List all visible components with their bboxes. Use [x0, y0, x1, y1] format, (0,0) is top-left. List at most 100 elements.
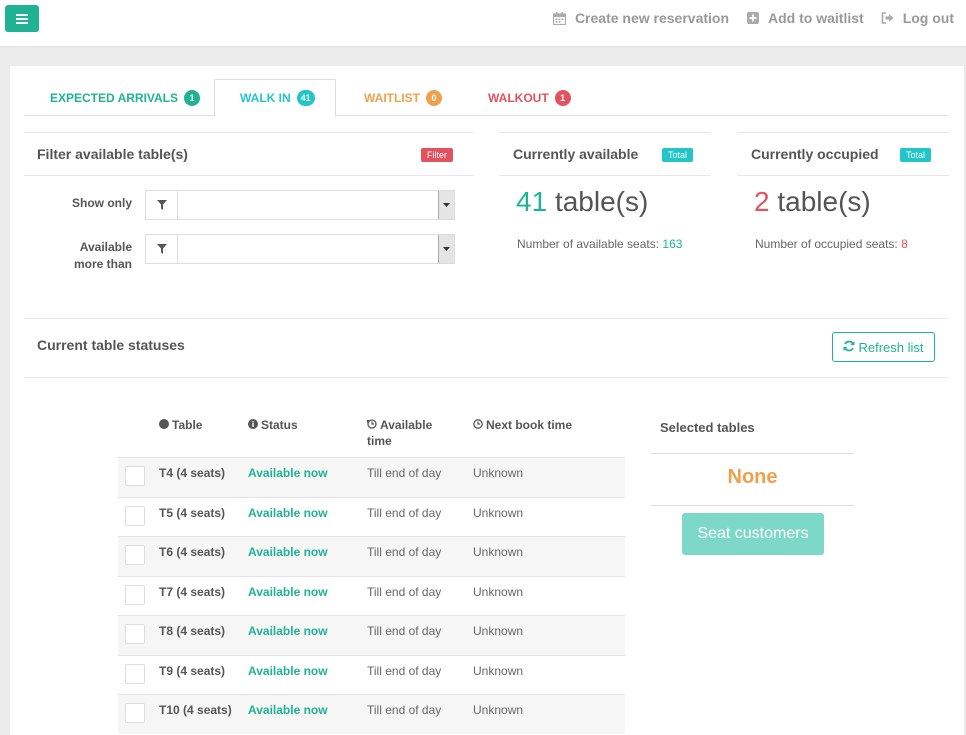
table-available-time: Till end of day: [367, 585, 442, 599]
seat-customers-button[interactable]: Seat customers: [682, 513, 824, 555]
table-available-time: Till end of day: [367, 545, 442, 559]
table-row[interactable]: T10 (4 seats) Available now Till end of …: [118, 694, 625, 734]
table-name: T8 (4 seats): [159, 624, 226, 638]
sign-out-icon: [881, 11, 895, 25]
row-checkbox[interactable]: [125, 506, 145, 526]
available-more-than-label: Available more than: [50, 239, 132, 273]
row-checkbox[interactable]: [125, 585, 145, 605]
header-label: Status: [261, 418, 298, 432]
table-row[interactable]: T5 (4 seats) Available now Till end of d…: [118, 497, 625, 537]
tab-walk-in[interactable]: WALK IN 41: [214, 79, 336, 117]
occupied-seats-line: Number of occupied seats: 8: [755, 237, 908, 251]
divider: [651, 505, 854, 506]
table-next-book-time: Unknown: [473, 703, 524, 717]
tab-count-badge: 1: [554, 89, 571, 106]
table-available-time: Till end of day: [367, 703, 442, 717]
plus-square-icon: [746, 11, 760, 25]
table-available-time: Till end of day: [367, 466, 442, 480]
available-header: Currently available Total: [499, 132, 711, 176]
tab-waitlist[interactable]: WAITLIST 0: [350, 79, 456, 116]
table-available-time: Till end of day: [367, 624, 442, 638]
table-status: Available now: [248, 585, 328, 599]
table-status: Available now: [248, 664, 328, 678]
show-only-select[interactable]: [145, 190, 455, 220]
table-status: Available now: [248, 466, 328, 480]
table-next-book-time: Unknown: [473, 545, 524, 559]
tab-label: WALKOUT: [488, 90, 549, 105]
label-line: more than: [73, 257, 132, 271]
tab-expected-arrivals[interactable]: EXPECTED ARRIVALS 1: [36, 79, 214, 116]
table-name: T6 (4 seats): [159, 545, 226, 559]
create-reservation-label: Create new reservation: [574, 10, 730, 26]
table-status: Available now: [248, 545, 328, 559]
label-line: Available: [79, 240, 132, 254]
row-checkbox[interactable]: [125, 664, 145, 684]
tab-count-badge: 1: [184, 89, 201, 106]
refresh-list-button[interactable]: Refresh list: [832, 332, 935, 362]
occupied-header: Currently occupied Total: [737, 132, 949, 176]
available-seats-label: Number of available seats:: [517, 237, 660, 251]
statuses-title: Current table statuses: [37, 337, 185, 353]
available-total-tag: Total: [662, 148, 694, 162]
available-table-count: 41 table(s): [516, 186, 648, 218]
available-seats-value: 163: [662, 237, 683, 251]
header-label: Table: [172, 418, 203, 432]
occupied-title: Currently occupied: [751, 146, 879, 162]
occupied-seats-label: Number of occupied seats:: [755, 237, 898, 251]
table-status: Available now: [248, 703, 328, 717]
table-available-time: Till end of day: [367, 506, 442, 520]
tab-count-badge: 41: [296, 90, 315, 106]
available-more-than-select[interactable]: [145, 234, 455, 264]
column-header-next-book-time: Next book time: [473, 417, 572, 433]
filter-icon: [146, 235, 178, 263]
available-count-unit: table(s): [554, 186, 649, 217]
table-name: T7 (4 seats): [159, 585, 226, 599]
filter-tag: Filter: [421, 148, 453, 162]
table-row[interactable]: T8 (4 seats) Available now Till end of d…: [118, 615, 625, 655]
table-next-book-time: Unknown: [473, 624, 524, 638]
column-header-available-time: Available time: [367, 417, 432, 449]
tab-label: WAITLIST: [364, 90, 420, 105]
logout-label: Log out: [902, 10, 954, 26]
tab-walkout[interactable]: WALKOUT 1: [474, 79, 585, 116]
column-header-status: Status: [248, 417, 298, 433]
divider: [651, 453, 854, 454]
history-icon: [367, 417, 377, 433]
table-next-book-time: Unknown: [473, 585, 524, 599]
row-checkbox[interactable]: [125, 624, 145, 644]
add-to-waitlist-link[interactable]: Add to waitlist: [746, 10, 864, 26]
occupied-table-count: 2 table(s): [754, 186, 871, 218]
arrival-tabs: EXPECTED ARRIVALS 1 WALK IN 41 WAITLIST …: [24, 79, 948, 117]
available-count-number: 41: [516, 186, 548, 217]
available-seats-line: Number of available seats: 163: [517, 237, 682, 251]
top-bar: Create new reservation Add to waitlist L…: [0, 0, 966, 47]
statuses-header: Current table statuses: [24, 318, 948, 378]
dropdown-arrow-icon[interactable]: [438, 191, 454, 219]
clock-icon: [473, 417, 483, 433]
logout-link[interactable]: Log out: [881, 10, 954, 26]
header-label: Available: [380, 418, 433, 432]
row-checkbox[interactable]: [125, 545, 145, 565]
row-checkbox[interactable]: [125, 466, 145, 486]
filter-icon: [146, 191, 178, 219]
menu-toggle-button[interactable]: [5, 5, 39, 32]
refresh-icon: [843, 340, 855, 355]
table-row[interactable]: T7 (4 seats) Available now Till end of d…: [118, 576, 625, 616]
filter-header: Filter available table(s) Filter: [24, 132, 474, 176]
row-checkbox[interactable]: [125, 703, 145, 723]
occupied-count-number: 2: [754, 186, 770, 217]
available-title: Currently available: [513, 146, 639, 162]
create-reservation-link[interactable]: Create new reservation: [553, 10, 729, 26]
main-panel: EXPECTED ARRIVALS 1 WALK IN 41 WAITLIST …: [10, 66, 964, 735]
table-name: T9 (4 seats): [159, 664, 226, 678]
circle-icon: [159, 417, 169, 433]
occupied-total-tag: Total: [900, 148, 932, 162]
table-row[interactable]: T4 (4 seats) Available now Till end of d…: [118, 457, 625, 497]
table-next-book-time: Unknown: [473, 466, 524, 480]
hamburger-icon: [16, 13, 28, 24]
dropdown-arrow-icon[interactable]: [438, 235, 454, 263]
show-only-label: Show only: [72, 196, 132, 210]
selected-tables-title: Selected tables: [660, 420, 755, 435]
table-row[interactable]: T6 (4 seats) Available now Till end of d…: [118, 536, 625, 576]
table-row[interactable]: T9 (4 seats) Available now Till end of d…: [118, 655, 625, 695]
